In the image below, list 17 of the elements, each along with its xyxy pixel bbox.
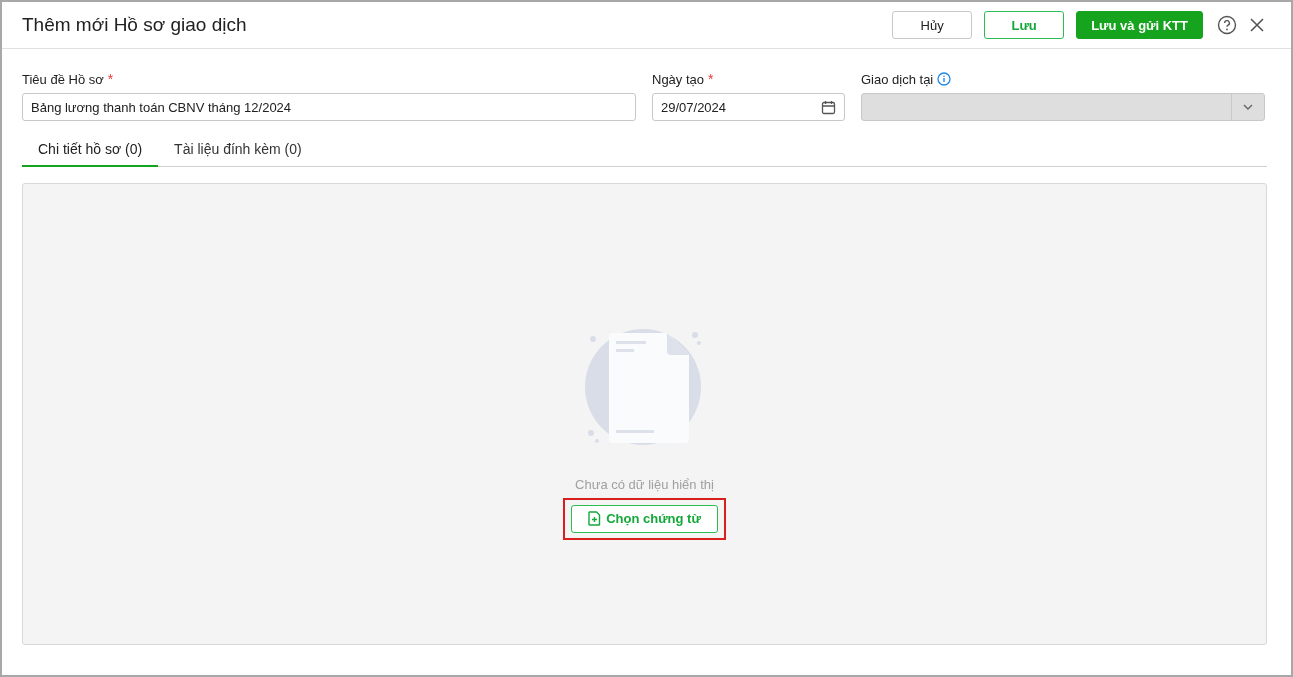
close-icon[interactable] bbox=[1249, 17, 1265, 33]
empty-message: Chưa có dữ liệu hiển thị bbox=[575, 476, 714, 492]
calendar-icon[interactable] bbox=[821, 99, 836, 115]
help-icon[interactable] bbox=[1217, 15, 1237, 35]
required-mark: * bbox=[107, 71, 114, 87]
header-button[interactable]: Hủy bbox=[892, 11, 973, 39]
field-label: Tiêu đề Hồ sơ bbox=[22, 71, 104, 87]
chevron-down-icon bbox=[1242, 103, 1254, 111]
date-input[interactable]: 29/07/2024 bbox=[652, 93, 845, 121]
add-file-icon bbox=[588, 511, 602, 526]
field-label: Ngày tạo bbox=[652, 71, 705, 87]
required-mark: * bbox=[708, 71, 714, 87]
title-input[interactable]: Bảng lương thanh toán CBNV tháng 12/2024 bbox=[22, 93, 636, 121]
field-label: Giao dịch tại bbox=[861, 71, 934, 87]
tab[interactable]: Tài liệu đính kèm (0) bbox=[158, 133, 318, 167]
tab[interactable]: Chi tiết hồ sơ (0) bbox=[22, 133, 159, 167]
window-title: Thêm mới Hồ sơ giao dịch bbox=[22, 14, 248, 36]
